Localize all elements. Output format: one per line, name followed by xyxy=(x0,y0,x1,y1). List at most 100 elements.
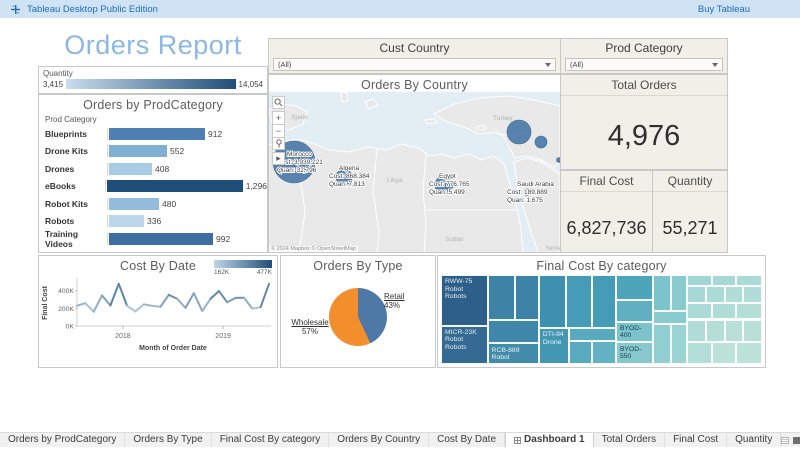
bar-mark[interactable] xyxy=(107,180,243,192)
line-segment[interactable] xyxy=(211,291,219,299)
bar-mark[interactable] xyxy=(109,163,152,175)
line-segment[interactable] xyxy=(94,295,102,311)
treemap-node[interactable] xyxy=(687,342,713,364)
treemap-node[interactable] xyxy=(687,320,706,342)
line-segment[interactable] xyxy=(135,304,143,311)
bar-category-label: Training Videos xyxy=(45,229,107,249)
treemap-node-micr-23k[interactable]: MICR-23KRobotRobots xyxy=(441,326,488,364)
line-segment[interactable] xyxy=(119,284,127,306)
line-segment[interactable] xyxy=(261,284,269,307)
treemap-node[interactable] xyxy=(566,275,592,328)
treemap-node[interactable] xyxy=(743,286,762,304)
line-segment[interactable] xyxy=(102,295,110,305)
line-segment[interactable] xyxy=(227,298,235,302)
treemap-node[interactable] xyxy=(653,324,671,364)
cust-country-dropdown[interactable]: (All) xyxy=(273,58,556,71)
bar-row: Robots336 xyxy=(45,213,267,231)
treemap-node[interactable] xyxy=(653,275,671,311)
prod-category-dropdown[interactable]: (All) xyxy=(565,58,723,71)
map-search-button[interactable] xyxy=(272,96,285,109)
treemap-node[interactable] xyxy=(706,320,725,342)
treemap-node[interactable] xyxy=(736,275,762,286)
bar-mark[interactable] xyxy=(109,198,159,210)
line-chart-plot[interactable]: 0K200K400K20182019Month of Order DateFin… xyxy=(39,274,277,366)
line-segment[interactable] xyxy=(244,298,252,309)
buy-tableau-link[interactable]: Buy Tableau xyxy=(698,4,750,15)
treemap-node[interactable] xyxy=(671,324,687,364)
sheet-tab-final-cost[interactable]: Final Cost xyxy=(665,433,727,447)
map-zoom-out-button[interactable]: − xyxy=(272,124,285,137)
line-segment[interactable] xyxy=(252,307,260,309)
treemap-node-rcb-889 robot[interactable]: RCB-889 Robot xyxy=(488,343,539,364)
sheet-tab-cost-by-date[interactable]: Cost By Date xyxy=(429,433,505,447)
line-segment[interactable] xyxy=(152,306,160,307)
sheet-tab-orders-by-prodcategory[interactable]: Orders by ProdCategory xyxy=(0,433,125,447)
treemap-node[interactable] xyxy=(616,275,653,300)
line-segment[interactable] xyxy=(110,284,118,306)
treemap-node[interactable] xyxy=(488,275,515,320)
final-cost-kpi: Final Cost 6,827,736 xyxy=(560,170,653,253)
chevron-down-icon xyxy=(545,63,551,67)
treemap-node[interactable] xyxy=(736,342,762,364)
treemap-node[interactable] xyxy=(488,320,539,343)
treemap-node[interactable] xyxy=(515,275,539,320)
sheet-tab-dashboard-1[interactable]: Dashboard 1 xyxy=(505,433,594,447)
sheet-tab-orders-by-country[interactable]: Orders By Country xyxy=(329,433,429,447)
line-segment[interactable] xyxy=(85,303,93,311)
line-segment[interactable] xyxy=(186,293,194,308)
treemap-node-rww-75[interactable]: RWW-75RobotRobots xyxy=(441,275,488,326)
treemap-node[interactable] xyxy=(736,303,762,319)
treemap-node[interactable] xyxy=(569,341,591,364)
treemap-node[interactable] xyxy=(706,286,725,304)
treemap-node[interactable] xyxy=(687,286,706,304)
treemap-node[interactable] xyxy=(725,286,743,304)
map-place-label: Spain xyxy=(291,114,308,121)
line-segment[interactable] xyxy=(77,303,85,305)
map-annotation: Quan: 1,675 xyxy=(507,197,543,204)
sheet-tab-total-orders[interactable]: Total Orders xyxy=(594,433,665,447)
treemap-node[interactable] xyxy=(616,300,653,322)
line-segment[interactable] xyxy=(169,295,177,299)
bar-mark[interactable] xyxy=(109,145,167,157)
line-segment[interactable] xyxy=(202,299,210,311)
treemap-node[interactable] xyxy=(671,275,687,311)
treemap-node-byod-400[interactable]: BYOD-400 xyxy=(616,322,653,342)
treemap-node[interactable] xyxy=(743,320,762,342)
treemap-node[interactable] xyxy=(569,328,616,340)
line-segment[interactable] xyxy=(194,293,202,311)
map-attribution[interactable]: © 2024 Mapbox © OpenStreetMap xyxy=(269,246,358,252)
line-segment[interactable] xyxy=(177,299,185,308)
map-zoom-home-button[interactable] xyxy=(272,137,285,150)
map-canvas[interactable]: SpainTurkeyLibyaSudanYemen MoroccoCost: … xyxy=(269,92,560,253)
map-bubble[interactable] xyxy=(535,136,547,148)
sheet-tab-orders-by-type[interactable]: Orders By Type xyxy=(125,433,211,447)
treemap-node[interactable] xyxy=(687,303,713,319)
bar-mark[interactable] xyxy=(109,233,213,245)
map-zoom-in-button[interactable]: + xyxy=(272,111,285,124)
thumbnail-view-icon[interactable] xyxy=(793,437,800,444)
line-segment[interactable] xyxy=(127,306,135,312)
bar-mark[interactable] xyxy=(109,128,205,140)
line-segment[interactable] xyxy=(160,295,168,307)
treemap-node[interactable] xyxy=(539,275,566,328)
line-segment[interactable] xyxy=(144,304,152,306)
treemap-node[interactable] xyxy=(712,303,736,319)
line-segment[interactable] xyxy=(219,291,227,302)
treemap-node-byod-550[interactable]: BYOD-550 xyxy=(616,342,653,364)
bar-mark[interactable] xyxy=(109,215,144,227)
treemap-node-dti-84[interactable]: DTI-84Drone xyxy=(539,328,569,364)
sheet-tab-quantity[interactable]: Quantity xyxy=(727,433,781,447)
sheet-sorter-icon[interactable] xyxy=(781,437,789,444)
legend-gradient-bar[interactable] xyxy=(66,79,236,89)
treemap-node[interactable] xyxy=(592,275,616,328)
treemap-node[interactable] xyxy=(687,275,713,286)
map-tools-expand-button[interactable]: ▸ xyxy=(272,152,285,165)
sheet-tab-final-cost-by-category[interactable]: Final Cost By category xyxy=(212,433,330,447)
treemap-node[interactable] xyxy=(725,320,743,342)
treemap-node[interactable] xyxy=(712,275,736,286)
treemap-node[interactable] xyxy=(712,342,736,364)
pie-chart[interactable] xyxy=(329,288,387,346)
treemap-node[interactable] xyxy=(653,311,687,324)
treemap-node[interactable] xyxy=(592,341,616,364)
map-bubble[interactable] xyxy=(507,120,531,144)
